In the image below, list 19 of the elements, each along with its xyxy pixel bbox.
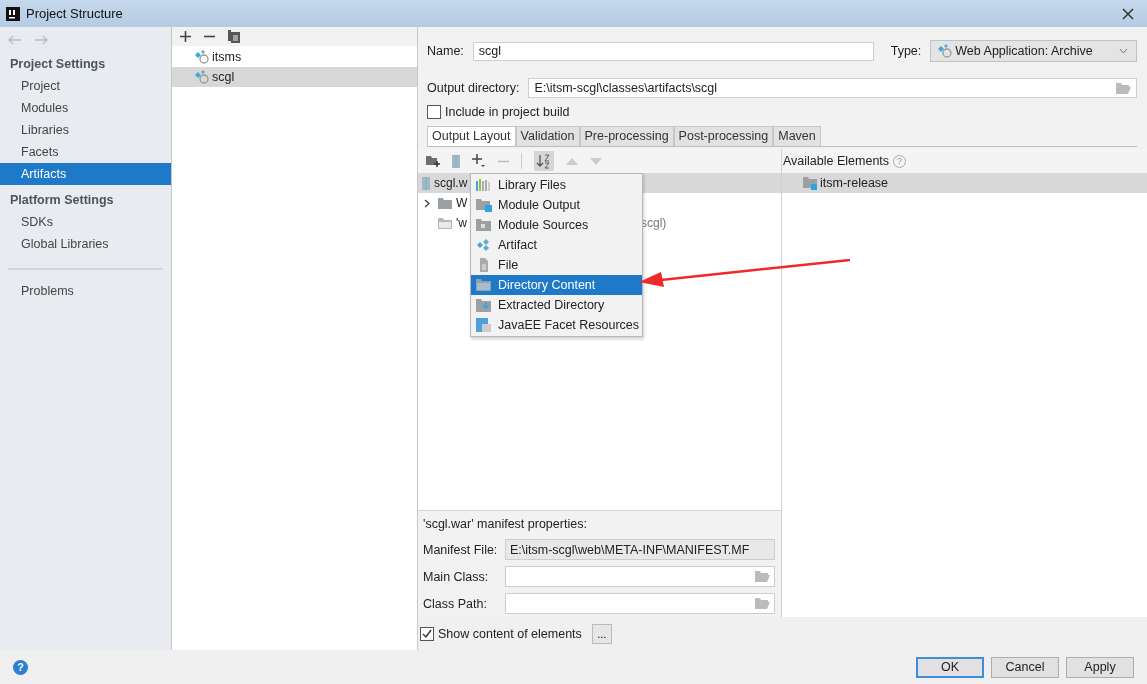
manifest-title: 'scgl.war' manifest properties: (423, 517, 588, 533)
section-heading: Platform Settings (9, 192, 115, 209)
tree-label: W (456, 196, 468, 210)
available-elements-title: Available Elements (783, 154, 890, 168)
section-heading: Project Settings (9, 56, 107, 73)
type-label: Type: (890, 44, 922, 58)
name-label: Name: (427, 44, 464, 58)
field-label: Main Class: (423, 569, 490, 584)
tree-label: 'w (456, 216, 467, 230)
tree-label: scgl.w (434, 176, 468, 190)
window-title: Project Structure (26, 6, 123, 21)
field-label: Manifest File: (423, 542, 499, 557)
element-label: itsm-release (820, 176, 889, 190)
artifact-name: scgl (212, 70, 235, 84)
checkbox-label: Include in project build (445, 105, 570, 119)
checkbox-label: Show content of elements (438, 626, 582, 641)
field-label: Class Path: (423, 596, 488, 611)
output-directory-label: Output directory: (427, 81, 520, 95)
artifact-name: itsms (212, 50, 242, 64)
